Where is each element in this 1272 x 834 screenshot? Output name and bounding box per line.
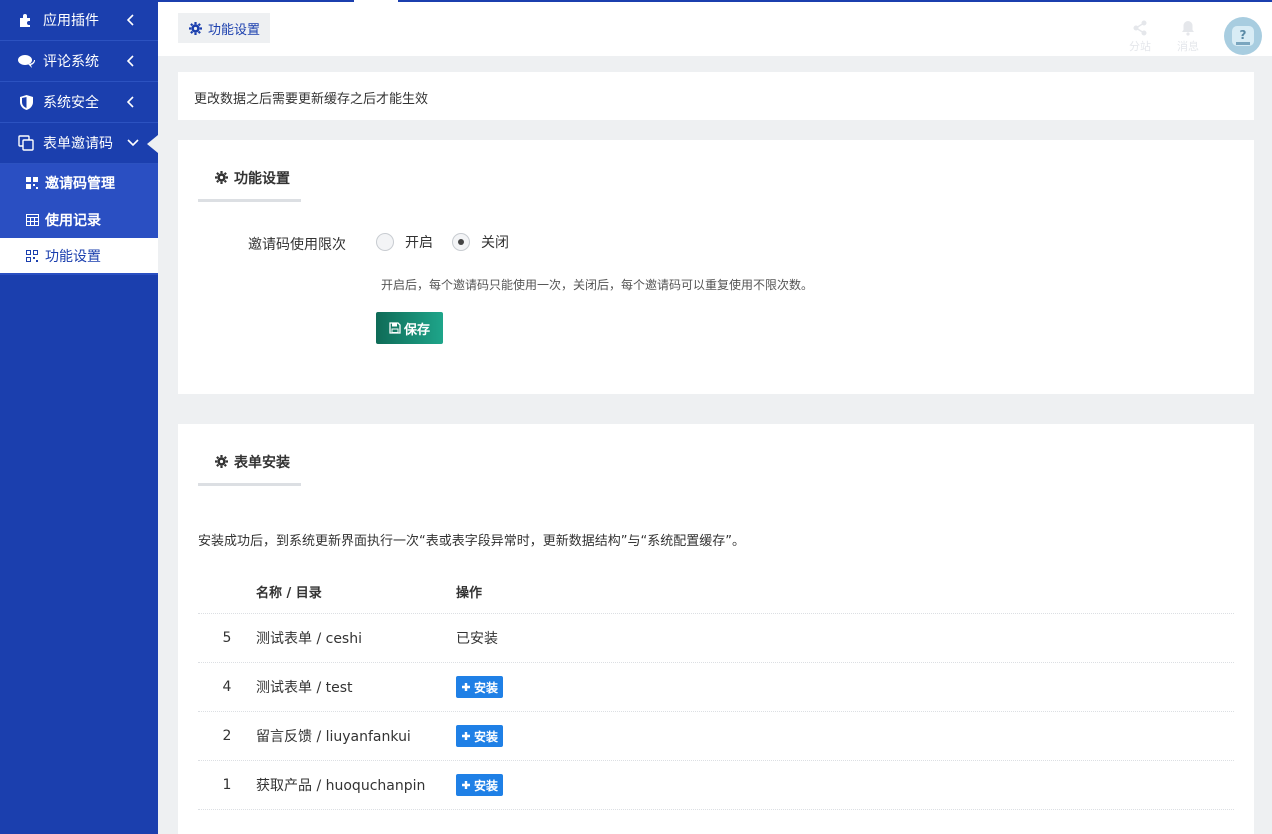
sidebar-item-form-invite[interactable]: 表单邀请码 [0, 123, 158, 164]
install-label: 安装 [474, 778, 499, 793]
notice-bar: 更改数据之后需要更新缓存之后才能生效 [178, 72, 1254, 120]
active-pointer [147, 135, 158, 153]
sidebar-item-label: 评论系统 [43, 54, 99, 70]
radio-on-label: 开启 [405, 235, 433, 251]
chevron-left-icon [124, 54, 138, 68]
sidebar: 应用插件 评论系统 系统安全 表单邀请码 邀请码管理 使用记录 功能设置 [0, 0, 158, 834]
sidebar-item-label: 表单邀请码 [43, 136, 113, 152]
install-card-title: 表单安装 [198, 448, 301, 486]
table-row: 5 测试表单 / ceshi 已安装 [198, 614, 1234, 663]
radio-on[interactable]: 开启 [376, 232, 433, 252]
row-id: 5 [222, 630, 232, 646]
sidebar-item-label: 系统安全 [43, 95, 99, 111]
install-label: 安装 [474, 729, 499, 744]
gear-icon [214, 170, 228, 184]
submenu-item-settings[interactable]: 功能设置 [0, 238, 158, 275]
install-table: 名称 / 目录 操作 5 测试表单 / ceshi 已安装 4 测试表单 / t… [198, 570, 1234, 810]
qrcode-icon [25, 249, 39, 263]
install-label: 安装 [474, 680, 499, 695]
row-name: 留言反馈 / liuyanfankui [256, 729, 411, 745]
table-row: 1 获取产品 / huoquchanpin 安装 [198, 761, 1234, 810]
submenu: 邀请码管理 使用记录 功能设置 [0, 164, 158, 275]
install-button[interactable]: 安装 [456, 725, 504, 747]
row-id: 2 [222, 728, 232, 744]
share-icon [1122, 20, 1158, 36]
column-header-name: 名称 / 目录 [256, 586, 322, 601]
page-tab[interactable]: 功能设置 [178, 13, 271, 43]
bell-icon [1170, 20, 1206, 36]
submenu-item-invite-manage[interactable]: 邀请码管理 [0, 164, 158, 201]
install-title: 表单安装 [234, 455, 290, 471]
chevron-left-icon [124, 95, 138, 109]
column-header-op: 操作 [456, 586, 483, 601]
copy-icon [17, 134, 35, 152]
invite-limit-label: 邀请码使用限次 [248, 237, 346, 253]
row-status: 已安装 [456, 631, 498, 647]
row-name: 测试表单 / ceshi [256, 631, 362, 647]
chevron-left-icon [124, 13, 138, 27]
submenu-item-usage-records[interactable]: 使用记录 [0, 201, 158, 238]
row-id: 1 [222, 777, 232, 793]
submenu-item-label: 功能设置 [45, 248, 101, 265]
row-id: 4 [222, 679, 232, 695]
settings-card: 功能设置 邀请码使用限次 开启 关闭 开启后，每个邀请码只能使用一次，关闭后，每… [178, 140, 1254, 394]
sidebar-item-label: 应用插件 [43, 13, 99, 29]
shield-icon [17, 93, 35, 111]
notifications-button[interactable]: 消息 [1170, 20, 1206, 54]
radio-off-label: 关闭 [481, 235, 509, 251]
radio-off[interactable]: 关闭 [452, 232, 509, 252]
notifications-label: 消息 [1177, 40, 1199, 53]
plus-icon [461, 780, 471, 790]
puzzle-icon [17, 11, 35, 29]
row-name: 获取产品 / huoquchanpin [256, 778, 426, 794]
gear-icon [188, 21, 202, 35]
table-row: 4 测试表单 / test 安装 [198, 663, 1234, 712]
save-button[interactable]: 保存 [376, 312, 443, 344]
plus-icon [461, 682, 471, 692]
install-button[interactable]: 安装 [456, 774, 504, 796]
plus-icon [461, 731, 471, 741]
share-label: 分站 [1129, 40, 1151, 53]
install-card: 表单安装 安装成功后，到系统更新界面执行一次“表或表字段异常时，更新数据结构”与… [178, 424, 1254, 834]
calendar-icon [25, 213, 39, 227]
qrcode-icon [25, 176, 39, 190]
svg-text:?: ? [1240, 28, 1247, 42]
help-text: 开启后，每个邀请码只能使用一次，关闭后，每个邀请码可以重复使用不限次数。 [381, 278, 814, 292]
save-label: 保存 [403, 322, 430, 338]
radio-off-circle[interactable] [452, 233, 470, 251]
sidebar-item-security[interactable]: 系统安全 [0, 82, 158, 123]
table-row: 2 留言反馈 / liuyanfankui 安装 [198, 712, 1234, 761]
top-bar: 功能设置 分站 消息 ? [158, 0, 1272, 56]
share-button[interactable]: 分站 [1122, 20, 1158, 54]
avatar[interactable]: ? [1224, 17, 1262, 55]
install-button[interactable]: 安装 [456, 676, 504, 698]
page-tab-label: 功能设置 [208, 22, 261, 38]
sidebar-item-comments[interactable]: 评论系统 [0, 41, 158, 82]
radio-on-circle[interactable] [376, 233, 394, 251]
chevron-down-icon [126, 136, 140, 150]
settings-title: 功能设置 [234, 171, 290, 187]
table-header: 名称 / 目录 操作 [198, 570, 1234, 614]
notice-text: 更改数据之后需要更新缓存之后才能生效 [194, 92, 429, 107]
settings-card-title: 功能设置 [198, 164, 301, 202]
row-name: 测试表单 / test [256, 680, 353, 696]
gear-icon [214, 454, 228, 468]
install-note: 安装成功后，到系统更新界面执行一次“表或表字段异常时，更新数据结构”与“系统配置… [198, 534, 745, 549]
submenu-item-label: 使用记录 [45, 212, 101, 229]
submenu-item-label: 邀请码管理 [45, 175, 115, 192]
floppy-icon [389, 322, 401, 334]
comments-icon [17, 52, 35, 70]
sidebar-item-app-plugins[interactable]: 应用插件 [0, 0, 158, 41]
